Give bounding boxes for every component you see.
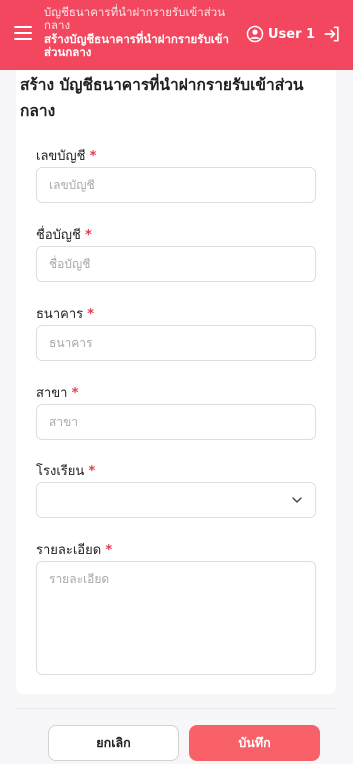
logout-icon[interactable] (322, 24, 342, 44)
breadcrumb-current: สร้างบัญชีธนาคารที่นำฝากรายรับเข้าส่วนกล… (44, 32, 229, 59)
school-select[interactable] (36, 482, 316, 518)
required-mark: * (89, 149, 97, 164)
hamburger-icon[interactable] (14, 26, 32, 40)
school-label-text: โรงเรียน (36, 464, 85, 479)
school-label: โรงเรียน * (36, 460, 95, 481)
required-mark: * (84, 228, 92, 243)
bank-label-text: ธนาคาร (36, 307, 84, 322)
details-label: รายละเอียด * (36, 539, 112, 560)
user-name: User 1 (268, 26, 316, 42)
account-name-input[interactable] (36, 246, 316, 282)
account-name-label: ชื่อบัญชี * (36, 224, 92, 245)
branch-input[interactable] (36, 404, 316, 440)
details-textarea[interactable] (36, 561, 316, 675)
required-mark: * (105, 543, 113, 558)
required-mark: * (71, 386, 79, 401)
footer-divider (16, 708, 336, 709)
bank-label: ธนาคาร * (36, 303, 94, 324)
account-number-input[interactable] (36, 167, 316, 203)
save-button[interactable]: บันทึก (189, 725, 320, 761)
branch-label: สาขา * (36, 382, 78, 403)
chevron-down-icon (292, 497, 302, 503)
user-menu[interactable]: User 1 (246, 25, 315, 43)
required-mark: * (88, 464, 96, 479)
breadcrumb: บัญชีธนาคารที่นำฝากรายรับเข้าส่วนกลาง สร… (44, 6, 244, 59)
user-circle-icon (246, 25, 264, 43)
cancel-button[interactable]: ยกเลิก (48, 725, 179, 761)
branch-label-text: สาขา (36, 386, 68, 401)
details-label-text: รายละเอียด (36, 543, 102, 558)
breadcrumb-parent[interactable]: บัญชีธนาคารที่นำฝากรายรับเข้าส่วนกลาง (44, 6, 244, 32)
top-header: บัญชีธนาคารที่นำฝากรายรับเข้าส่วนกลาง สร… (0, 0, 353, 70)
required-mark: * (87, 307, 95, 322)
account-number-label: เลขบัญชี * (36, 145, 96, 166)
account-number-label-text: เลขบัญชี (36, 149, 86, 164)
bank-input[interactable] (36, 325, 316, 361)
page-title: สร้าง บัญชีธนาคารที่นำฝากรายรับเข้าส่วนก… (20, 76, 304, 120)
account-name-label-text: ชื่อบัญชี (36, 228, 81, 243)
